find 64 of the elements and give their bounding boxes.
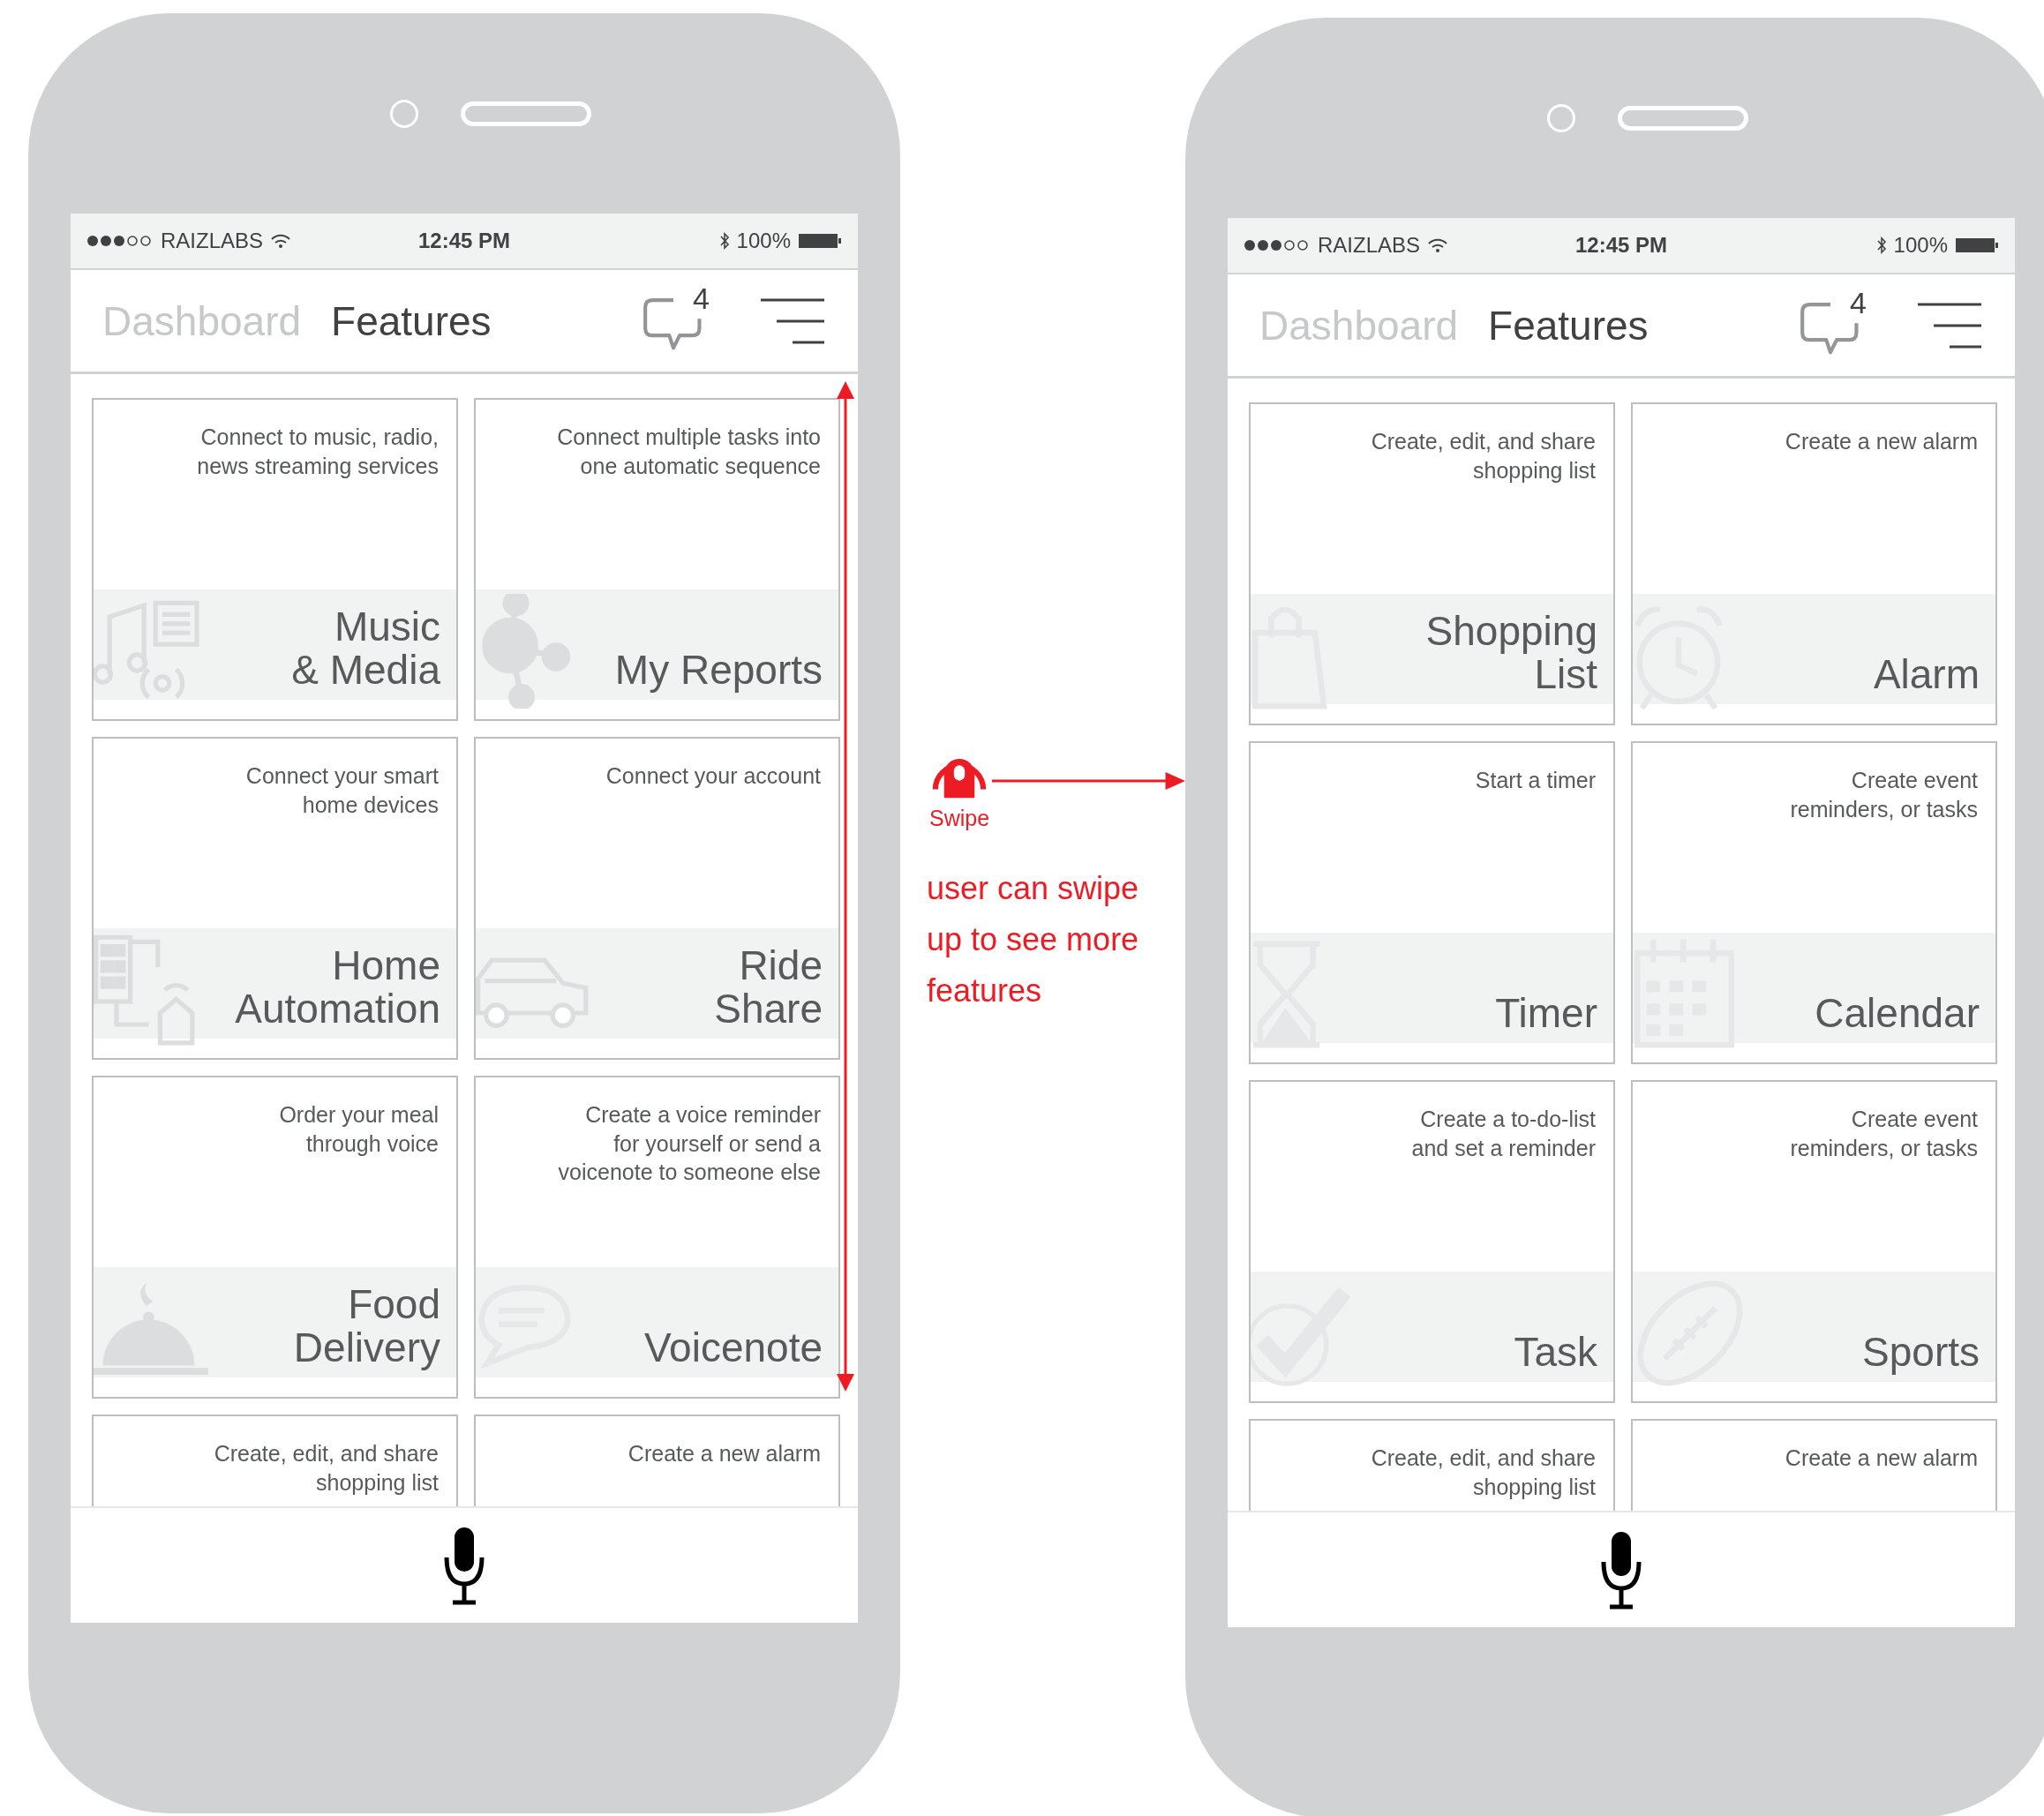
feature-tile[interactable]: Connect your account Ride Share <box>474 737 840 1060</box>
feature-tile[interactable]: Connect your smart home devices Home Automation <box>92 737 458 1060</box>
tile-description: Connect your account <box>605 762 822 790</box>
feature-tile[interactable]: Create event reminders, or tasks Sports <box>1631 1080 1997 1403</box>
feature-tile[interactable]: Create event reminders, or tasks Calendar <box>1631 741 1997 1064</box>
feature-tile[interactable]: Start a timer Timer <box>1249 741 1615 1064</box>
feature-tile[interactable]: Connect to music, radio, news streaming services Music & Media <box>92 398 458 721</box>
feature-tile[interactable]: Create, edit, and share shopping list <box>1249 1419 1615 1511</box>
carrier-name: RAIZLABS <box>1318 233 1421 258</box>
tile-description: Connect your smart home devices <box>244 762 440 819</box>
annotation-note: user can swipe up to see more features <box>927 869 1140 1010</box>
tile-description: Connect multiple tasks into one automatic sequence <box>556 424 822 480</box>
tile-title: Alarm <box>1873 652 1980 699</box>
tile-title: Voicenote <box>643 1325 823 1372</box>
tile-title: Sports <box>1862 1330 1980 1377</box>
status-time: 12:45 PM <box>1574 233 1668 258</box>
feature-tile[interactable]: Create a to-do-list and set a reminder Task <box>1249 1080 1615 1403</box>
tile-title: My Reports <box>614 648 823 694</box>
microphone-icon[interactable] <box>442 1525 486 1606</box>
header-tab[interactable]: Features <box>331 296 492 345</box>
carrier-name: RAIZLABS <box>161 229 264 253</box>
tile-description: Create, edit, and share shopping list <box>1370 428 1597 484</box>
tile-title: Timer <box>1495 991 1598 1038</box>
tile-description: Connect to music, radio, news streaming services <box>196 424 440 480</box>
battery-icon <box>1955 236 1999 254</box>
camera-icon <box>1547 103 1575 132</box>
signal-icon <box>1244 239 1311 251</box>
feature-tile[interactable]: Connect multiple tasks into one automatic sequence My Reports <box>474 398 840 721</box>
battery-icon <box>798 232 842 250</box>
tile-title: Shopping List <box>1425 610 1598 699</box>
bluetooth-icon <box>718 232 730 250</box>
bluetooth-icon <box>1875 236 1887 254</box>
tile-description: Create a voice reminder for yourself or send a voicenote to someone else <box>557 1101 822 1186</box>
feature-tile[interactable]: Create a voice reminder for yourself or send a voicenote to someone else Voicenote <box>474 1076 840 1399</box>
tile-description: Create a to-do-list and set a reminder <box>1410 1106 1597 1162</box>
header-tab[interactable]: Features <box>1488 301 1649 349</box>
tile-description: Order your meal through voice <box>278 1101 440 1158</box>
tile-title: Task <box>1514 1330 1598 1377</box>
camera-icon <box>390 99 418 128</box>
battery-percent: 100% <box>1893 233 1948 258</box>
gesture-label: Swipe <box>928 806 990 831</box>
wifi-icon <box>270 233 292 249</box>
microphone-icon[interactable] <box>1599 1529 1643 1610</box>
battery-percent: 100% <box>736 229 791 253</box>
tile-title: Calendar <box>1815 991 1980 1038</box>
tile-description: Create event reminders, or tasks <box>1789 767 1979 823</box>
feature-tile[interactable]: Create, edit, and share shopping list <box>92 1415 458 1506</box>
tile-description: Start a timer <box>1474 767 1597 794</box>
messages-button[interactable]: 4 <box>641 289 711 352</box>
wifi-icon <box>1427 237 1449 253</box>
feature-tile[interactable]: Create a new alarm Alarm <box>1631 402 1997 725</box>
status-time: 12:45 PM <box>417 229 511 253</box>
feature-tile[interactable]: Order your meal through voice Food Delivery <box>92 1076 458 1399</box>
tile-description: Create a new alarm <box>1784 428 1979 455</box>
messages-button[interactable]: 4 <box>1798 294 1868 356</box>
tile-title: Home Automation <box>235 944 441 1033</box>
tile-title: Ride Share <box>714 944 823 1033</box>
feature-tile[interactable]: Create a new alarm <box>474 1415 840 1506</box>
tile-title: Food Delivery <box>293 1283 441 1372</box>
tile-title: Music & Media <box>291 605 441 694</box>
signal-icon <box>86 235 154 247</box>
tile-description: Create event reminders, or tasks <box>1789 1106 1979 1162</box>
feature-tile[interactable]: Create, edit, and share shopping list Shopping List <box>1249 402 1615 725</box>
feature-tile[interactable]: Create a new alarm <box>1631 1419 1997 1511</box>
